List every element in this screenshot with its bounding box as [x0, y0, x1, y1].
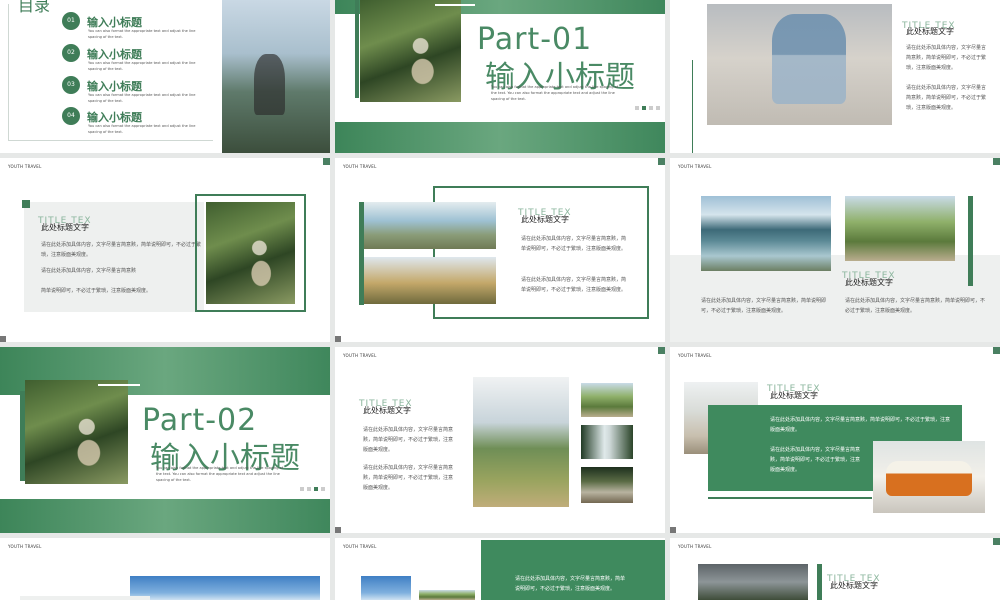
slide-body: 请在此处添加具体内容，文字尽量言简意赅，简单说明即可，不必过于繁琐，注意版面美观…	[906, 45, 987, 71]
accent-bar	[817, 564, 822, 600]
brand-label: YOUTH TRAVEL	[343, 544, 377, 549]
slide-landscapes[interactable]: YOUTH TRAVEL TITLE TEX 此处标题文字 请在此处添加具体内容…	[670, 158, 1000, 342]
hikers-photo	[222, 0, 330, 153]
accent-line	[708, 497, 872, 499]
accent-bar	[355, 0, 359, 98]
corner-square	[658, 347, 665, 354]
slide-toc[interactable]: 目录 01 输入小标题 You can also format the appr…	[0, 0, 330, 153]
slide-body: 请在此处添加具体内容，文字尽量言简意赅，简单说明即可，不必过于繁琐，注意版面美观…	[515, 576, 626, 592]
toc-item-desc: You can also format the appropriate text…	[88, 29, 196, 39]
toc-number: 03	[62, 76, 80, 94]
brand-label: YOUTH TRAVEL	[678, 544, 712, 549]
grey-band	[20, 596, 150, 600]
hiker-forest-photo	[360, 0, 461, 102]
slide-title: 此处标题文字	[845, 278, 893, 287]
slide-title: 此处标题文字	[363, 406, 411, 415]
hiker-forest-photo	[206, 202, 295, 304]
slide-body: 请在此处添加具体内容，文字尽量言简意赅，简单说明即可，不必过于繁琐，注意版面美观…	[363, 465, 454, 491]
accent-line	[692, 60, 693, 153]
slide-body: 请在此处添加具体内容，文字尽量言简意赅，简单说明即可，不必过于繁琐，注意版面美观…	[41, 242, 202, 258]
pager[interactable]	[635, 106, 660, 110]
hiker-forest-photo	[25, 380, 128, 484]
brand-label: YOUTH TRAVEL	[343, 164, 377, 169]
slide-part-02[interactable]: Part-02 输入小标题 You can also format the ap…	[0, 347, 330, 533]
accent-square	[22, 200, 30, 208]
lake-campervan-photo	[701, 196, 831, 271]
toc-item-desc: You can also format the appropriate text…	[88, 124, 196, 134]
slide-body: 简单说明即可，不必过于繁琐，注意版面美观度。	[41, 288, 152, 294]
pager[interactable]	[300, 487, 325, 491]
corner-square	[993, 158, 1000, 165]
corner-square	[0, 336, 6, 342]
slide-title: 此处标题文字	[521, 215, 569, 224]
slide-body: 请在此处添加具体内容，文字尽量言简意赅，简单说明即可，不必过于繁琐，注意版面美观…	[363, 427, 454, 453]
mountain-path-photo	[845, 196, 955, 261]
slide-body: 请在此处添加具体内容，文字尽量言简意赅，简单说明即可，不必过于繁琐，注意版面美观…	[770, 447, 861, 473]
brand-label: YOUTH TRAVEL	[8, 544, 42, 549]
slide-sky[interactable]: YOUTH TRAVEL	[0, 538, 330, 600]
toc-item-desc: You can also format the appropriate text…	[88, 93, 196, 103]
slide-title: 此处标题文字	[770, 391, 818, 400]
storm-photo	[698, 564, 808, 600]
slide-body: 请在此处添加具体内容，文字尽量言简意赅，简单说明即可，不必过于繁琐，注意版面美观…	[906, 85, 987, 111]
brand-label: YOUTH TRAVEL	[343, 353, 377, 358]
slide-body: 请在此处添加具体内容，文字尽量言简意赅，简单说明即可，不必过于繁琐，注意版面美观…	[770, 417, 951, 433]
corner-square	[335, 336, 341, 342]
slide-city-reading[interactable]: TITLE TEX 此处标题文字 请在此处添加具体内容，文字尽量言简意赅，简单说…	[670, 0, 1000, 153]
frame-line	[8, 140, 213, 141]
slide-valley-gallery[interactable]: YOUTH TRAVEL TITLE TEX 此处标题文字 请在此处添加具体内容…	[335, 347, 665, 533]
cyclist-field-photo	[364, 257, 496, 304]
corner-square	[993, 347, 1000, 354]
slide-part-01[interactable]: Part-01 输入小标题 You can also format the ap…	[335, 0, 665, 153]
orange-van-photo	[873, 441, 985, 513]
corner-square	[335, 527, 341, 533]
slide-body: 请在此处添加具体内容，文字尽量言简意赅，简单说明即可，不必过于繁琐，注意版面美观…	[701, 298, 827, 314]
toc-heading: 目录	[18, 0, 51, 15]
slide-two-photos[interactable]: YOUTH TRAVEL TITLE TEX 此处标题文字 请在此处添加具体内容…	[335, 158, 665, 342]
valley-hiker-photo	[473, 377, 569, 507]
slide-forest-text[interactable]: YOUTH TRAVEL TITLE TEX 此处标题文字 请在此处添加具体内容…	[0, 158, 330, 342]
accent-bar	[968, 196, 973, 286]
small-photo	[419, 590, 475, 600]
toc-item-desc: You can also format the appropriate text…	[88, 61, 196, 71]
toc-number: 04	[62, 107, 80, 125]
accent-line	[435, 4, 475, 6]
slide-body: 请在此处添加具体内容，文字尽量言简意赅，简单说明即可，不必过于繁琐，注意版面美观…	[521, 236, 627, 252]
corner-square	[658, 158, 665, 165]
slide-body: 请在此处添加具体内容，文字尽量言简意赅，简单说明即可，不必过于繁琐，注意版面美观…	[845, 298, 986, 314]
corner-square	[670, 527, 676, 533]
frame-line	[8, 4, 9, 140]
brand-label: YOUTH TRAVEL	[8, 164, 42, 169]
slide-body: 请在此处添加具体内容，文字尽量言简意赅	[41, 268, 137, 274]
green-banner	[0, 499, 330, 533]
slide-title: 此处标题文字	[906, 27, 954, 36]
green-banner	[335, 122, 665, 153]
waterfall-photo	[581, 425, 633, 459]
part-desc: You can also format the appropriate text…	[156, 466, 284, 482]
slide-green-panel[interactable]: YOUTH TRAVEL 请在此处添加具体内容，文字尽量言简意赅，简单说明即可，…	[335, 538, 665, 600]
girl-reading-photo	[707, 4, 892, 125]
slide-storm[interactable]: YOUTH TRAVEL TITLE TEX 此处标题文字	[670, 538, 1000, 600]
brand-label: YOUTH TRAVEL	[678, 353, 712, 358]
sky-photo	[130, 576, 320, 600]
corner-square	[993, 538, 1000, 545]
toc-number: 01	[62, 12, 80, 30]
corner-square	[323, 158, 330, 165]
girl-map-photo	[364, 202, 496, 249]
forest-trail-photo	[581, 467, 633, 503]
slide-title: 此处标题文字	[41, 223, 89, 232]
slide-body: 请在此处添加具体内容，文字尽量言简意赅，简单说明即可，不必过于繁琐，注意版面美观…	[521, 277, 627, 293]
part-desc: You can also format the appropriate text…	[491, 85, 619, 101]
slide-title: 此处标题文字	[830, 581, 878, 590]
slide-van[interactable]: YOUTH TRAVEL TITLE TEX 此处标题文字 请在此处添加具体内容…	[670, 347, 1000, 533]
small-photo	[361, 576, 411, 600]
cliff-photo	[581, 383, 633, 417]
accent-line	[98, 384, 140, 386]
toc-number: 02	[62, 44, 80, 62]
brand-label: YOUTH TRAVEL	[678, 164, 712, 169]
